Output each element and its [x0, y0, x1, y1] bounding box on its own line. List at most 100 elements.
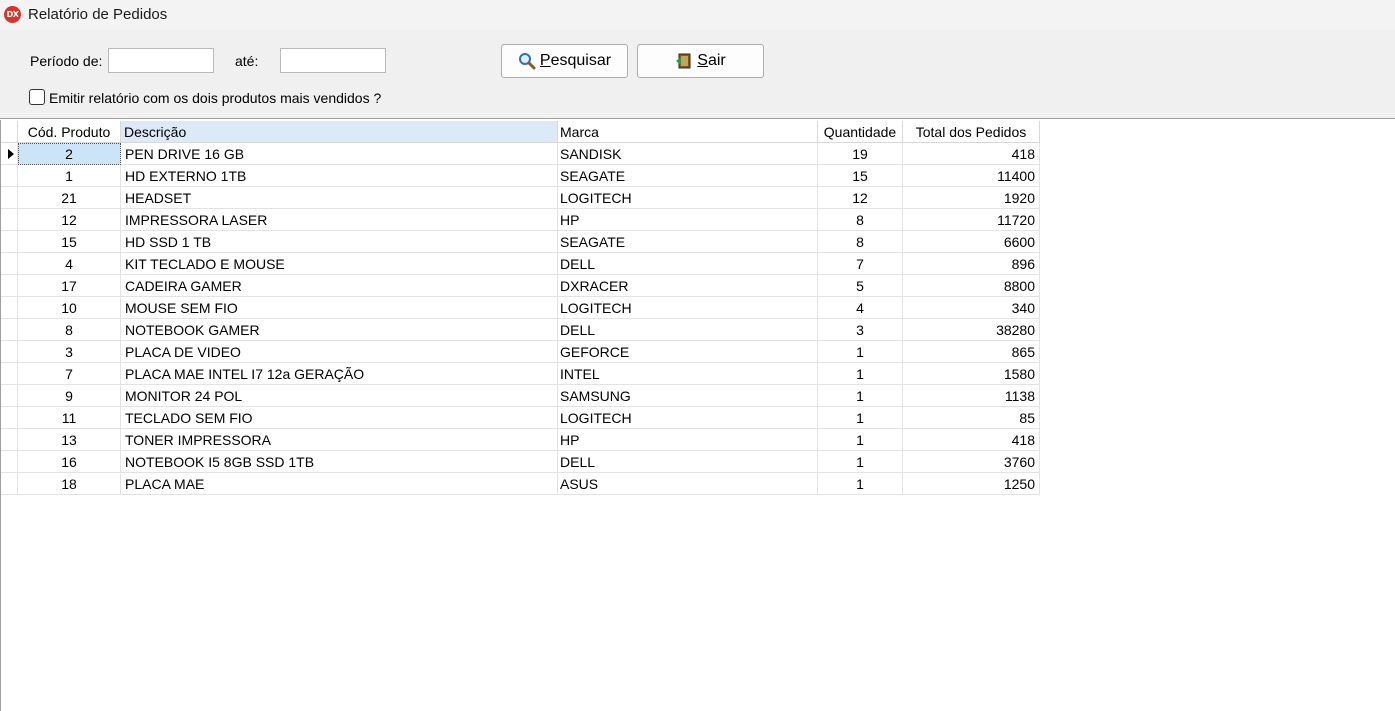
cell-product-code[interactable]: 21: [18, 187, 121, 209]
cell-quantity[interactable]: 1: [818, 407, 903, 429]
row-indicator-cell: [1, 407, 18, 429]
magnifier-icon: [518, 53, 536, 70]
cell-description[interactable]: HD EXTERNO 1TB: [121, 165, 558, 187]
exit-door-icon: [676, 53, 691, 69]
cell-quantity[interactable]: 4: [818, 297, 903, 319]
cell-product-code[interactable]: 15: [18, 231, 121, 253]
cell-quantity[interactable]: 8: [818, 209, 903, 231]
cell-product-code[interactable]: 7: [18, 363, 121, 385]
cell-order-total[interactable]: 11400: [903, 165, 1040, 187]
column-header-order-total[interactable]: Total dos Pedidos: [903, 121, 1040, 143]
cell-brand[interactable]: LOGITECH: [558, 297, 818, 319]
cell-order-total[interactable]: 340: [903, 297, 1040, 319]
cell-order-total[interactable]: 11720: [903, 209, 1040, 231]
cell-brand[interactable]: SEAGATE: [558, 165, 818, 187]
orders-grid[interactable]: Cód. Produto Descrição Marca Quantidade …: [0, 120, 1395, 711]
cell-quantity[interactable]: 19: [818, 143, 903, 165]
row-indicator-cell: [1, 275, 18, 297]
cell-description[interactable]: NOTEBOOK I5 8GB SSD 1TB: [121, 451, 558, 473]
cell-brand[interactable]: INTEL: [558, 363, 818, 385]
cell-description[interactable]: MOUSE SEM FIO: [121, 297, 558, 319]
cell-order-total[interactable]: 418: [903, 143, 1040, 165]
cell-product-code[interactable]: 2: [18, 143, 121, 165]
cell-description[interactable]: NOTEBOOK GAMER: [121, 319, 558, 341]
cell-description[interactable]: KIT TECLADO E MOUSE: [121, 253, 558, 275]
cell-product-code[interactable]: 4: [18, 253, 121, 275]
period-to-input[interactable]: [280, 48, 386, 73]
cell-description[interactable]: CADEIRA GAMER: [121, 275, 558, 297]
cell-description[interactable]: PLACA MAE INTEL I7 12a GERAÇÃO: [121, 363, 558, 385]
cell-quantity[interactable]: 1: [818, 385, 903, 407]
cell-brand[interactable]: DELL: [558, 253, 818, 275]
cell-description[interactable]: IMPRESSORA LASER: [121, 209, 558, 231]
window-title: Relatório de Pedidos: [28, 6, 168, 23]
cell-brand[interactable]: DELL: [558, 451, 818, 473]
cell-order-total[interactable]: 8800: [903, 275, 1040, 297]
cell-quantity[interactable]: 7: [818, 253, 903, 275]
period-from-input[interactable]: [108, 48, 214, 73]
column-header-product-code[interactable]: Cód. Produto: [18, 121, 121, 143]
cell-product-code[interactable]: 18: [18, 473, 121, 495]
cell-brand[interactable]: HP: [558, 429, 818, 451]
column-header-brand[interactable]: Marca: [558, 121, 818, 143]
cell-quantity[interactable]: 1: [818, 451, 903, 473]
column-header-quantity[interactable]: Quantidade: [818, 121, 903, 143]
cell-brand[interactable]: GEFORCE: [558, 341, 818, 363]
cell-description[interactable]: MONITOR 24 POL: [121, 385, 558, 407]
cell-quantity[interactable]: 12: [818, 187, 903, 209]
search-button[interactable]: Pesquisar: [501, 44, 628, 78]
cell-quantity[interactable]: 1: [818, 473, 903, 495]
cell-order-total[interactable]: 1138: [903, 385, 1040, 407]
cell-quantity[interactable]: 1: [818, 363, 903, 385]
cell-quantity[interactable]: 3: [818, 319, 903, 341]
cell-order-total[interactable]: 1580: [903, 363, 1040, 385]
column-header-description[interactable]: Descrição: [121, 121, 558, 143]
cell-product-code[interactable]: 9: [18, 385, 121, 407]
header-indicator-cell: [1, 121, 18, 143]
cell-brand[interactable]: SANDISK: [558, 143, 818, 165]
cell-quantity[interactable]: 1: [818, 429, 903, 451]
cell-brand[interactable]: SAMSUNG: [558, 385, 818, 407]
cell-product-code[interactable]: 1: [18, 165, 121, 187]
cell-quantity[interactable]: 1: [818, 341, 903, 363]
cell-product-code[interactable]: 13: [18, 429, 121, 451]
cell-product-code[interactable]: 16: [18, 451, 121, 473]
cell-product-code[interactable]: 10: [18, 297, 121, 319]
cell-description[interactable]: PLACA DE VIDEO: [121, 341, 558, 363]
cell-description[interactable]: PEN DRIVE 16 GB: [121, 143, 558, 165]
cell-order-total[interactable]: 38280: [903, 319, 1040, 341]
cell-product-code[interactable]: 11: [18, 407, 121, 429]
cell-order-total[interactable]: 418: [903, 429, 1040, 451]
cell-brand[interactable]: HP: [558, 209, 818, 231]
cell-brand[interactable]: DXRACER: [558, 275, 818, 297]
cell-product-code[interactable]: 3: [18, 341, 121, 363]
cell-brand[interactable]: LOGITECH: [558, 187, 818, 209]
row-indicator-cell: [1, 363, 18, 385]
cell-product-code[interactable]: 12: [18, 209, 121, 231]
row-indicator-cell: [1, 341, 18, 363]
top-two-products-checkbox[interactable]: [29, 89, 45, 105]
cell-order-total[interactable]: 3760: [903, 451, 1040, 473]
cell-quantity[interactable]: 5: [818, 275, 903, 297]
cell-description[interactable]: PLACA MAE: [121, 473, 558, 495]
cell-brand[interactable]: ASUS: [558, 473, 818, 495]
cell-description[interactable]: HEADSET: [121, 187, 558, 209]
cell-brand[interactable]: DELL: [558, 319, 818, 341]
cell-description[interactable]: TONER IMPRESSORA: [121, 429, 558, 451]
cell-quantity[interactable]: 15: [818, 165, 903, 187]
exit-button[interactable]: Sair: [637, 44, 764, 78]
cell-brand[interactable]: SEAGATE: [558, 231, 818, 253]
cell-order-total[interactable]: 896: [903, 253, 1040, 275]
cell-order-total[interactable]: 85: [903, 407, 1040, 429]
cell-quantity[interactable]: 8: [818, 231, 903, 253]
cell-order-total[interactable]: 6600: [903, 231, 1040, 253]
cell-product-code[interactable]: 8: [18, 319, 121, 341]
cell-order-total[interactable]: 1920: [903, 187, 1040, 209]
cell-brand[interactable]: LOGITECH: [558, 407, 818, 429]
cell-order-total[interactable]: 1250: [903, 473, 1040, 495]
period-from-label: Período de:: [30, 53, 103, 69]
cell-product-code[interactable]: 17: [18, 275, 121, 297]
cell-order-total[interactable]: 865: [903, 341, 1040, 363]
cell-description[interactable]: HD SSD 1 TB: [121, 231, 558, 253]
cell-description[interactable]: TECLADO SEM FIO: [121, 407, 558, 429]
